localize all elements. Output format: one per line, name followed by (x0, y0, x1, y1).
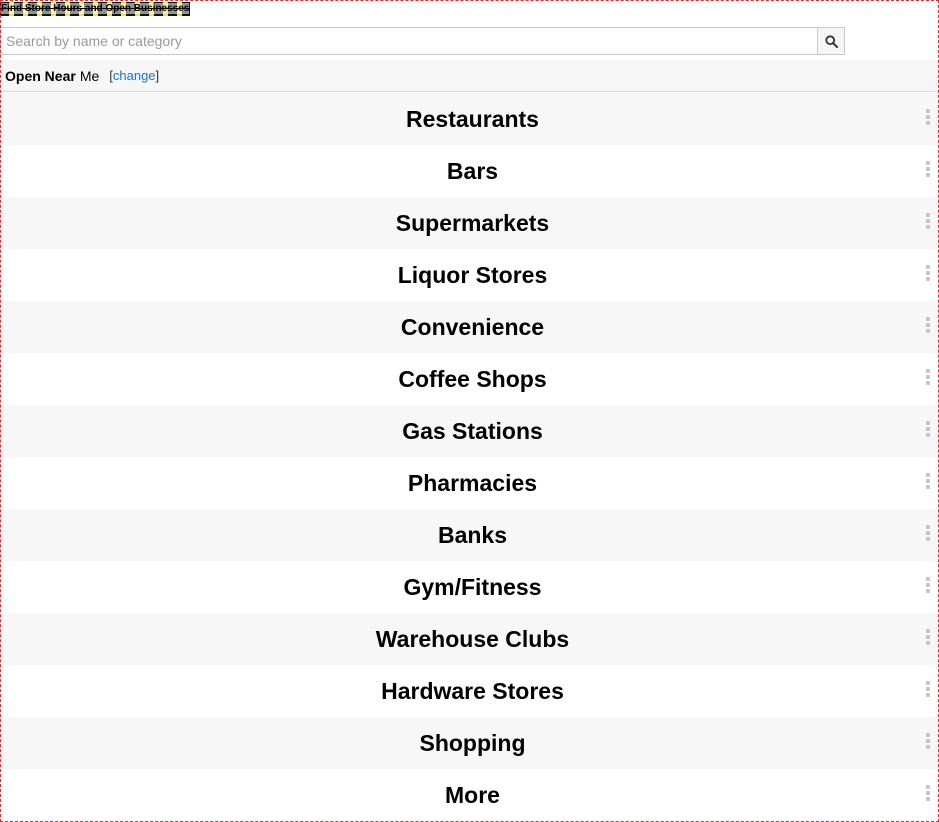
category-label: Bars (446, 157, 499, 184)
kebab-dot (926, 109, 930, 113)
kebab-dot (926, 693, 930, 697)
search-button[interactable] (817, 27, 845, 55)
category-label: Shopping (419, 729, 526, 756)
search-bar (0, 27, 845, 55)
more-vertical-icon[interactable] (925, 473, 931, 489)
kebab-dot (926, 173, 930, 177)
kebab-dot (926, 797, 930, 801)
open-near-label: Open Near (5, 67, 76, 84)
kebab-dot (926, 681, 930, 685)
kebab-dot (926, 219, 930, 223)
category-label: Convenience (400, 313, 545, 340)
kebab-dot (926, 635, 930, 639)
category-item[interactable]: Banks (0, 509, 939, 561)
kebab-dot (926, 583, 930, 587)
category-item[interactable]: Gas Stations (0, 405, 939, 457)
more-vertical-icon[interactable] (925, 265, 931, 281)
kebab-dot (926, 433, 930, 437)
category-item[interactable]: Coffee Shops (0, 353, 939, 405)
category-label: Restaurants (406, 105, 539, 132)
kebab-dot (926, 369, 930, 373)
category-label: Pharmacies (407, 469, 538, 496)
category-list: Restaurants Bars Supermarkets Liquor Stores… (0, 93, 939, 821)
category-item[interactable]: Restaurants (0, 93, 939, 145)
more-vertical-icon[interactable] (925, 785, 931, 801)
kebab-dot (926, 479, 930, 483)
category-item[interactable]: Bars (0, 145, 939, 197)
search-input[interactable] (0, 27, 817, 55)
location-name: Me (79, 67, 100, 84)
kebab-dot (926, 265, 930, 269)
category-label: Gas Stations (402, 417, 543, 444)
kebab-dot (926, 785, 930, 789)
category-label: More (445, 781, 500, 808)
kebab-dot (926, 121, 930, 125)
kebab-dot (926, 115, 930, 119)
category-item[interactable]: Gym/Fitness (0, 561, 939, 613)
category-label: Warehouse Clubs (375, 625, 570, 652)
kebab-dot (926, 167, 930, 171)
more-vertical-icon[interactable] (925, 109, 931, 125)
category-label: Hardware Stores (381, 677, 564, 704)
more-vertical-icon[interactable] (925, 629, 931, 645)
kebab-dot (926, 381, 930, 385)
category-label: Supermarkets (395, 209, 550, 236)
more-vertical-icon[interactable] (925, 733, 931, 749)
category-item[interactable]: Warehouse Clubs (0, 613, 939, 665)
change-close-bracket: ] (155, 68, 160, 83)
kebab-dot (926, 525, 930, 529)
location-bar: Open Near Me [change] (0, 60, 939, 92)
category-label: Coffee Shops (398, 365, 547, 392)
kebab-dot (926, 271, 930, 275)
more-vertical-icon[interactable] (925, 681, 931, 697)
kebab-dot (926, 323, 930, 327)
kebab-dot (926, 421, 930, 425)
category-label: Banks (437, 521, 508, 548)
more-vertical-icon[interactable] (925, 213, 931, 229)
search-icon (824, 34, 838, 48)
kebab-dot (926, 375, 930, 379)
kebab-dot (926, 641, 930, 645)
category-item[interactable]: Pharmacies (0, 457, 939, 509)
more-vertical-icon[interactable] (925, 369, 931, 385)
kebab-dot (926, 687, 930, 691)
kebab-dot (926, 531, 930, 535)
change-location: [change] (109, 68, 159, 83)
kebab-dot (926, 427, 930, 431)
category-item[interactable]: Convenience (0, 301, 939, 353)
category-item[interactable]: More (0, 769, 939, 821)
category-item[interactable]: Supermarkets (0, 197, 939, 249)
category-item[interactable]: Liquor Stores (0, 249, 939, 301)
more-vertical-icon[interactable] (925, 317, 931, 333)
category-label: Gym/Fitness (403, 573, 542, 600)
change-location-link[interactable]: change (113, 68, 156, 83)
kebab-dot (926, 537, 930, 541)
page-title-text: Find Store Hours and Open Businesses (1, 3, 190, 14)
more-vertical-icon[interactable] (925, 525, 931, 541)
category-item[interactable]: Shopping (0, 717, 939, 769)
kebab-dot (926, 213, 930, 217)
kebab-dot (926, 277, 930, 281)
kebab-dot (926, 791, 930, 795)
category-label: Liquor Stores (397, 261, 548, 288)
kebab-dot (926, 329, 930, 333)
kebab-dot (926, 733, 930, 737)
kebab-dot (926, 161, 930, 165)
page-title: Find Store Hours and Open Businesses (0, 2, 191, 16)
kebab-dot (926, 739, 930, 743)
kebab-dot (926, 577, 930, 581)
kebab-dot (926, 473, 930, 477)
kebab-dot (926, 745, 930, 749)
kebab-dot (926, 225, 930, 229)
kebab-dot (926, 589, 930, 593)
kebab-dot (926, 485, 930, 489)
more-vertical-icon[interactable] (925, 577, 931, 593)
more-vertical-icon[interactable] (925, 421, 931, 437)
more-vertical-icon[interactable] (925, 161, 931, 177)
kebab-dot (926, 629, 930, 633)
kebab-dot (926, 317, 930, 321)
category-item[interactable]: Hardware Stores (0, 665, 939, 717)
